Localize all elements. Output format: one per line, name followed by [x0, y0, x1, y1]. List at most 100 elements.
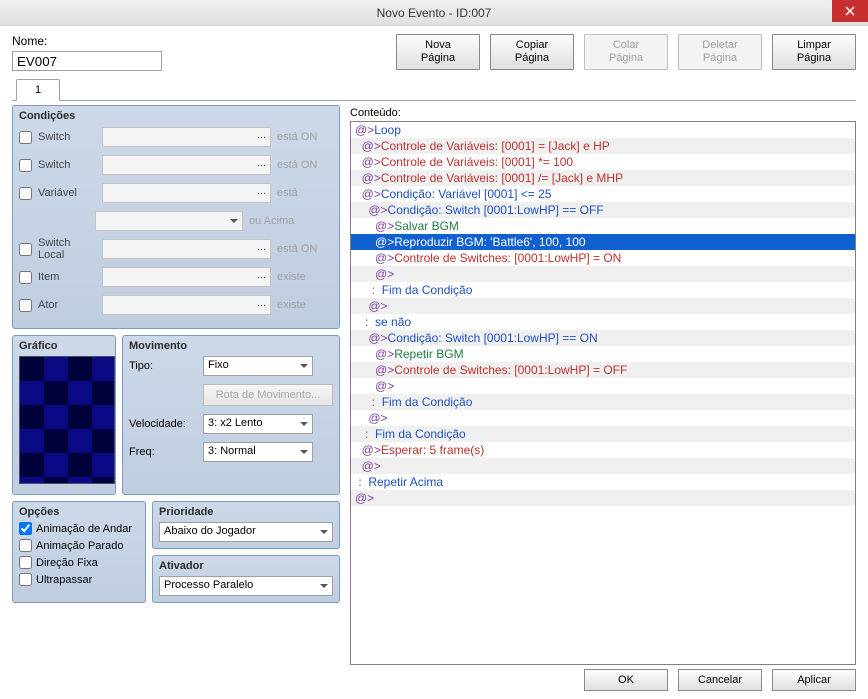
conditions-title: Condições: [19, 110, 333, 122]
option-checkbox[interactable]: [19, 522, 32, 535]
condition-row: Item existe: [19, 266, 333, 288]
command-line[interactable]: @>: [351, 298, 855, 314]
condition-suffix: está ON: [277, 159, 333, 171]
command-line[interactable]: @>Loop: [351, 122, 855, 138]
command-line[interactable]: @>: [351, 458, 855, 474]
condition-row: Switchestá ON: [19, 126, 333, 148]
condition-checkbox[interactable]: [19, 159, 32, 172]
copy-page-button[interactable]: Copiar Página: [490, 34, 574, 70]
option-row: Ultrapassar: [19, 573, 139, 586]
apply-button[interactable]: Aplicar: [772, 669, 856, 691]
command-line[interactable]: @>Esperar: 5 frame(s): [351, 442, 855, 458]
command-line[interactable]: @>Condição: Switch [0001:LowHP] == ON: [351, 330, 855, 346]
command-list[interactable]: @>Loop @>Controle de Variáveis: [0001] =…: [350, 121, 856, 665]
trigger-title: Ativador: [159, 560, 333, 572]
options-title: Opções: [19, 506, 139, 518]
condition-label: Variável: [38, 187, 96, 199]
condition-combo[interactable]: [102, 127, 271, 147]
option-checkbox[interactable]: [19, 556, 32, 569]
condition-checkbox[interactable]: [19, 243, 32, 256]
command-line[interactable]: : Fim da Condição: [351, 394, 855, 410]
graphic-title: Gráfico: [19, 340, 109, 352]
content-label: Conteúdo:: [350, 107, 856, 119]
condition-suffix: existe: [277, 299, 333, 311]
trigger-group: Ativador Processo Paralelo: [152, 555, 340, 603]
delete-page-button: Deletar Página: [678, 34, 762, 70]
command-line[interactable]: @>Condição: Variável [0001] <= 25: [351, 186, 855, 202]
cancel-button[interactable]: Cancelar: [678, 669, 762, 691]
condition-combo[interactable]: [102, 183, 271, 203]
condition-label: Switch: [38, 131, 96, 143]
condition-checkbox[interactable]: [19, 187, 32, 200]
command-line[interactable]: @>Repetir BGM: [351, 346, 855, 362]
condition-row: ou Acima: [95, 210, 333, 232]
command-line[interactable]: @>Controle de Switches: [0001:LowHP] = O…: [351, 362, 855, 378]
type-label: Tipo:: [129, 360, 197, 372]
option-label: Animação Parado: [36, 540, 123, 552]
movement-group: Movimento Tipo: Fixo Rota de Movimento..…: [122, 335, 340, 495]
freq-combo[interactable]: 3: Normal: [203, 442, 313, 462]
condition-combo[interactable]: [102, 239, 271, 259]
condition-suffix: está: [277, 187, 333, 199]
command-line[interactable]: @>: [351, 410, 855, 426]
movement-route-button: Rota de Movimento...: [203, 384, 333, 406]
command-line[interactable]: @>Controle de Variáveis: [0001] = [Jack]…: [351, 138, 855, 154]
graphic-group: Gráfico: [12, 335, 116, 495]
tab-1[interactable]: 1: [16, 79, 60, 101]
option-row: Animação Parado: [19, 539, 139, 552]
command-line[interactable]: : Fim da Condição: [351, 282, 855, 298]
command-line[interactable]: @>Salvar BGM: [351, 218, 855, 234]
command-line[interactable]: : se não: [351, 314, 855, 330]
command-line[interactable]: @>: [351, 378, 855, 394]
command-line[interactable]: @>Condição: Switch [0001:LowHP] == OFF: [351, 202, 855, 218]
command-line[interactable]: @>Controle de Switches: [0001:LowHP] = O…: [351, 250, 855, 266]
close-button[interactable]: [832, 0, 868, 22]
command-line[interactable]: @>Reproduzir BGM: 'Battle6', 100, 100: [351, 234, 855, 250]
option-label: Animação de Andar: [36, 523, 132, 535]
option-checkbox[interactable]: [19, 573, 32, 586]
paste-page-button: Colar Página: [584, 34, 668, 70]
sprite-preview[interactable]: [19, 356, 115, 484]
new-page-button[interactable]: Nova Página: [396, 34, 480, 70]
condition-label: Ator: [38, 299, 96, 311]
command-line[interactable]: @>: [351, 490, 855, 506]
condition-label: Switch: [38, 159, 96, 171]
condition-row: Switch Localestá ON: [19, 238, 333, 260]
option-checkbox[interactable]: [19, 539, 32, 552]
options-group: Opções Animação de AndarAnimação ParadoD…: [12, 501, 146, 603]
titlebar[interactable]: Novo Evento - ID:007: [0, 0, 868, 26]
condition-suffix: está ON: [277, 243, 333, 255]
condition-combo[interactable]: [102, 295, 271, 315]
ok-button[interactable]: OK: [584, 669, 668, 691]
movement-title: Movimento: [129, 340, 333, 352]
priority-group: Prioridade Abaixo do Jogador: [152, 501, 340, 549]
command-line[interactable]: : Fim da Condição: [351, 426, 855, 442]
name-input[interactable]: [12, 51, 162, 71]
condition-suffix: existe: [277, 271, 333, 283]
priority-combo[interactable]: Abaixo do Jogador: [159, 522, 333, 542]
option-label: Ultrapassar: [36, 574, 92, 586]
option-row: Animação de Andar: [19, 522, 139, 535]
condition-label: Item: [38, 271, 96, 283]
trigger-combo[interactable]: Processo Paralelo: [159, 576, 333, 596]
condition-combo[interactable]: [95, 211, 243, 231]
command-line[interactable]: @>Controle de Variáveis: [0001] /= [Jack…: [351, 170, 855, 186]
priority-title: Prioridade: [159, 506, 333, 518]
speed-label: Velocidade:: [129, 418, 197, 430]
condition-checkbox[interactable]: [19, 131, 32, 144]
condition-checkbox[interactable]: [19, 299, 32, 312]
window-title: Novo Evento - ID:007: [377, 6, 492, 20]
speed-combo[interactable]: 3: x2 Lento: [203, 414, 313, 434]
command-line[interactable]: @>: [351, 266, 855, 282]
condition-combo[interactable]: [102, 155, 271, 175]
conditions-group: Condições Switchestá ONSwitchestá ONVari…: [12, 105, 340, 329]
content-area: Nome: Nova Página Copiar Página Colar Pá…: [0, 26, 868, 699]
freq-label: Freq:: [129, 446, 197, 458]
command-line[interactable]: : Repetir Acima: [351, 474, 855, 490]
condition-combo[interactable]: [102, 267, 271, 287]
condition-row: Ator existe: [19, 294, 333, 316]
command-line[interactable]: @>Controle de Variáveis: [0001] *= 100: [351, 154, 855, 170]
type-combo[interactable]: Fixo: [203, 356, 313, 376]
clear-page-button[interactable]: Limpar Página: [772, 34, 856, 70]
condition-checkbox[interactable]: [19, 271, 32, 284]
